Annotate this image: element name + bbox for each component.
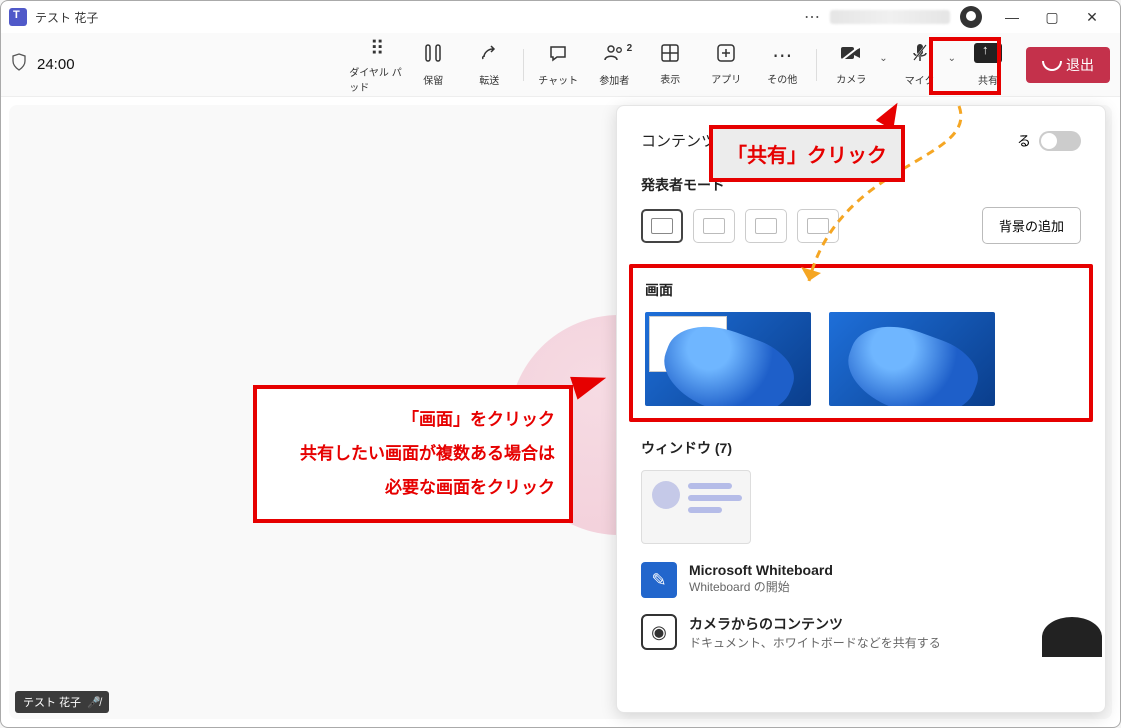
participants-button[interactable]: 2 参加者 [586, 37, 642, 93]
teams-logo-icon [9, 8, 27, 26]
callout-screen-click: 「画面」をクリック 共有したい画面が複数ある場合は 必要な画面をクリック [253, 385, 573, 523]
screen-2-thumb[interactable] [829, 312, 995, 406]
content-label: コンテンツ [641, 130, 716, 151]
presenter-mode-reporter[interactable] [797, 209, 839, 243]
window-thumb[interactable] [641, 470, 751, 544]
share-button[interactable]: 共有 [960, 37, 1016, 93]
participant-name-tag: テスト 花子 🎤̸ [15, 691, 109, 713]
whiteboard-icon: ✎ [641, 562, 677, 598]
whiteboard-option[interactable]: ✎ Microsoft Whiteboard Whiteboard の開始 [641, 562, 1081, 598]
separator [816, 49, 817, 81]
camera-content-icon: ◉ [641, 614, 677, 650]
camera-content-title: カメラからのコンテンツ [689, 614, 941, 634]
apps-button[interactable]: アプリ [698, 37, 754, 93]
call-timer: 24:00 [37, 56, 75, 73]
more-icon: ⋯ [772, 43, 792, 68]
pause-icon [424, 43, 442, 69]
leave-button[interactable]: 退出 [1026, 47, 1110, 83]
view-button[interactable]: 表示 [642, 37, 698, 93]
meeting-toolbar: 24:00 ⠿ ダイヤル パッド 保留 転送 チャット [1, 33, 1120, 97]
camera-off-icon [840, 44, 862, 68]
app-window: テスト 花子 ⋯ — ▢ ✕ 24:00 ⠿ ダイヤル パッド 保留 転送 [0, 0, 1121, 728]
window-section-title: ウィンドウ (7) [641, 438, 1081, 458]
add-background-button[interactable]: 背景の追加 [982, 207, 1081, 244]
titlebar: テスト 花子 ⋯ — ▢ ✕ [1, 1, 1120, 33]
separator [523, 49, 524, 81]
transfer-icon [479, 43, 499, 69]
chat-icon [548, 43, 568, 69]
share-screen-icon [974, 43, 1002, 69]
participants-icon [603, 43, 625, 69]
window-title: テスト 花子 [35, 9, 98, 26]
presenter-mode-content-only[interactable] [641, 209, 683, 243]
dialpad-icon: ⠿ [370, 36, 385, 61]
whiteboard-subtitle: Whiteboard の開始 [689, 578, 833, 595]
screen-section-title: 画面 [645, 280, 1077, 300]
camera-button[interactable]: カメラ [823, 37, 879, 93]
apps-icon [717, 44, 735, 68]
screen-section-highlighted: 画面 [629, 264, 1093, 422]
self-preview-edge [1042, 617, 1102, 657]
whiteboard-title: Microsoft Whiteboard [689, 562, 833, 578]
more-button[interactable]: ⋯ その他 [754, 37, 810, 93]
share-content-panel: コンテンツ る 発表者モード 背景の追加 画面 ウィン [616, 105, 1106, 713]
close-button[interactable]: ✕ [1072, 9, 1112, 26]
include-sound-toggle[interactable] [1039, 131, 1081, 151]
transfer-button[interactable]: 転送 [461, 37, 517, 93]
maximize-button[interactable]: ▢ [1032, 9, 1072, 26]
presenter-mode-standout[interactable] [693, 209, 735, 243]
callout-share-click: 「共有」クリック [709, 125, 905, 182]
hold-button[interactable]: 保留 [405, 37, 461, 93]
dialpad-button[interactable]: ⠿ ダイヤル パッド [349, 37, 405, 93]
minimize-button[interactable]: — [992, 9, 1032, 25]
avatar[interactable] [960, 6, 982, 28]
grid-icon [661, 44, 679, 68]
account-email-blurred [830, 10, 950, 24]
mini-popup-overlay [649, 316, 727, 372]
mic-muted-icon: 🎤̸ [87, 696, 101, 709]
include-sound-label: る [1017, 131, 1031, 151]
mic-off-icon [911, 43, 929, 69]
screen-1-thumb[interactable] [645, 312, 811, 406]
camera-content-option[interactable]: ◉ カメラからのコンテンツ ドキュメント、ホワイトボードなどを共有する [641, 614, 1081, 651]
mic-button[interactable]: マイク [892, 37, 948, 93]
presenter-mode-side-by-side[interactable] [745, 209, 787, 243]
hangup-icon [1042, 59, 1060, 71]
camera-content-subtitle: ドキュメント、ホワイトボードなどを共有する [689, 634, 941, 651]
shield-icon [11, 53, 27, 76]
participants-count: 2 [627, 43, 633, 54]
title-ellipsis-button[interactable]: ⋯ [804, 7, 820, 27]
chat-button[interactable]: チャット [530, 37, 586, 93]
